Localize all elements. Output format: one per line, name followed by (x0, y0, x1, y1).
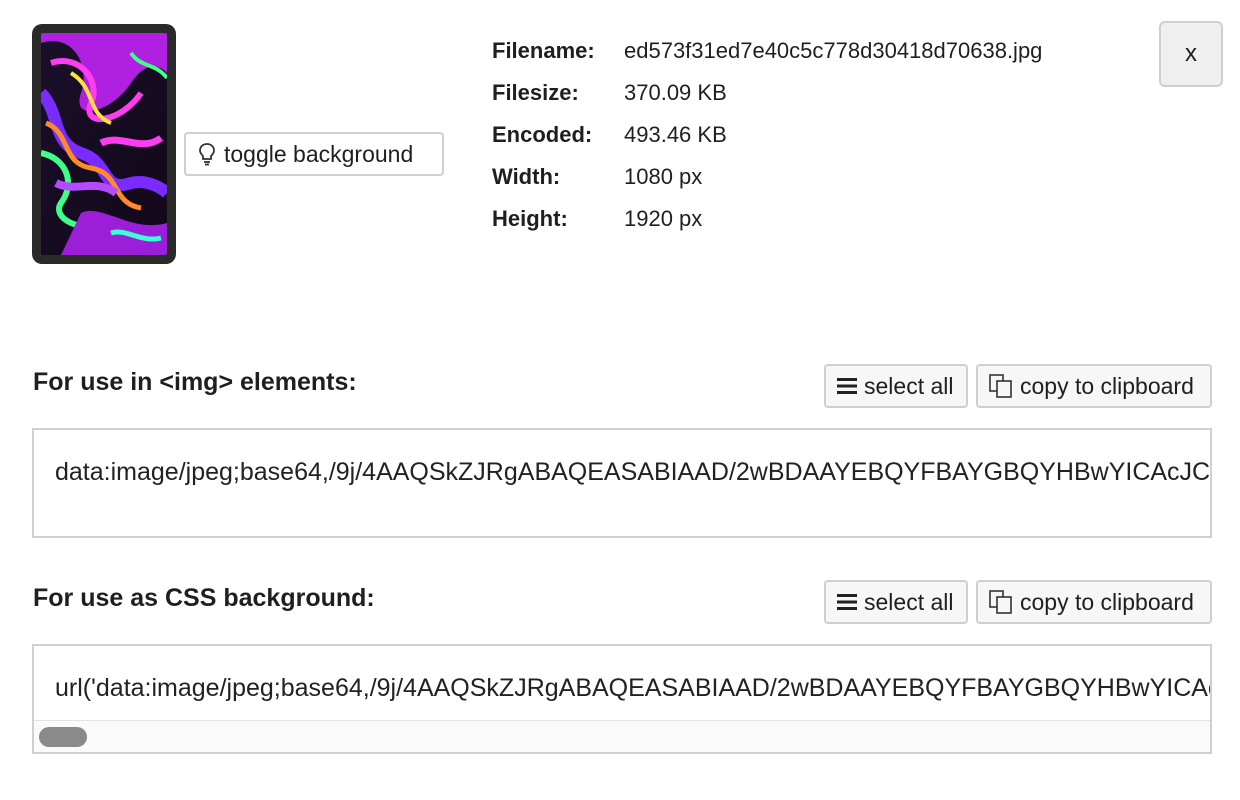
copy-icon (989, 590, 1012, 614)
image-encoder-result: toggle background Filename: ed573f31ed7e… (0, 0, 1240, 800)
info-label: Width: (492, 164, 561, 189)
horizontal-scrollbar[interactable] (34, 720, 1210, 752)
copy-icon (989, 374, 1012, 398)
info-row-width: Width: 1080 px (492, 156, 1042, 198)
info-value: 370.09 KB (624, 80, 727, 105)
info-label: Encoded: (492, 122, 593, 147)
lightbulb-icon (199, 143, 215, 166)
info-row-encoded: Encoded: 493.46 KB (492, 114, 1042, 156)
select-all-label: select all (864, 588, 954, 615)
css-code-text: url('data:image/jpeg;base64,/9j/4AAQSkZJ… (55, 674, 1212, 702)
info-value: ed573f31ed7e40c5c778d30418d70638.jpg (624, 38, 1043, 63)
file-info: Filename: ed573f31ed7e40c5c778d30418d706… (492, 30, 1042, 240)
info-value: 493.46 KB (624, 122, 727, 147)
img-copy-button[interactable]: copy to clipboard (976, 364, 1212, 408)
toggle-background-label: toggle background (224, 140, 414, 167)
img-select-all-button[interactable]: select all (824, 364, 968, 408)
img-code-textarea[interactable]: data:image/jpeg;base64,/9j/4AAQSkZJRgABA… (32, 428, 1212, 538)
css-copy-button[interactable]: copy to clipboard (976, 580, 1212, 624)
info-value: 1920 px (624, 206, 703, 231)
css-select-all-button[interactable]: select all (824, 580, 968, 624)
menu-lines-icon (837, 594, 857, 610)
scrollbar-thumb[interactable] (39, 727, 87, 747)
copy-label: copy to clipboard (1020, 372, 1194, 399)
info-row-height: Height: 1920 px (492, 198, 1042, 240)
css-section-title: For use as CSS background: (33, 584, 375, 612)
info-row-filename: Filename: ed573f31ed7e40c5c778d30418d706… (492, 30, 1042, 72)
info-label: Filename: (492, 38, 595, 63)
info-value: 1080 px (624, 164, 703, 189)
info-label: Height: (492, 206, 568, 231)
toggle-background-button[interactable]: toggle background (184, 132, 444, 176)
copy-label: copy to clipboard (1020, 588, 1194, 615)
info-label: Filesize: (492, 80, 579, 105)
menu-lines-icon (837, 378, 857, 394)
image-preview (32, 24, 176, 264)
css-code-textarea[interactable]: url('data:image/jpeg;base64,/9j/4AAQSkZJ… (32, 644, 1212, 754)
close-button[interactable]: x (1159, 21, 1223, 87)
info-row-filesize: Filesize: 370.09 KB (492, 72, 1042, 114)
select-all-label: select all (864, 372, 954, 399)
abstract-fluid-art-thumbnail (41, 33, 167, 255)
img-code-text: data:image/jpeg;base64,/9j/4AAQSkZJRgABA… (55, 458, 1211, 486)
img-section-title: For use in <img> elements: (33, 368, 357, 396)
